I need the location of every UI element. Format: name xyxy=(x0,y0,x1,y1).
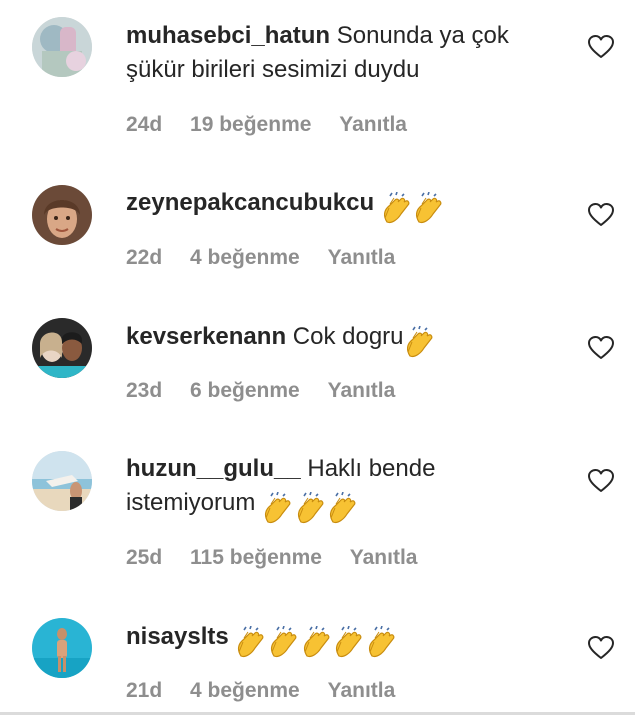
clapping-hands-emoji-group xyxy=(262,492,356,526)
comment-text: Cok dogru xyxy=(292,323,404,350)
comment-username[interactable]: kevserkenann xyxy=(126,323,286,350)
comment-like-count[interactable]: 115 beğenme xyxy=(190,546,322,570)
clapping-hands-emoji xyxy=(268,626,298,660)
clapping-hands-emoji xyxy=(381,192,411,226)
comment-meta: 21d 4 beğenme Yanıtla xyxy=(126,679,417,703)
comment-time[interactable]: 24d xyxy=(126,113,162,137)
comment-username[interactable]: nisayslts xyxy=(126,623,229,650)
comment-username[interactable]: huzun__gulu__ xyxy=(126,455,301,482)
like-heart-icon[interactable] xyxy=(588,336,614,360)
comment-meta: 25d 115 beğenme Yanıtla xyxy=(126,546,439,570)
comment-meta: 24d 19 beğenme Yanıtla xyxy=(126,113,429,137)
comment-like-count[interactable]: 4 beğenme xyxy=(190,679,300,703)
avatar[interactable] xyxy=(32,17,92,77)
clapping-hands-emoji xyxy=(413,192,443,226)
comment-like-count[interactable]: 4 beğenme xyxy=(190,246,300,270)
comment-body: nisayslts xyxy=(126,620,566,660)
clapping-hands-emoji xyxy=(327,492,357,526)
comment-body: zeynepakcancubukcu xyxy=(126,186,566,226)
clapping-hands-emoji xyxy=(262,492,292,526)
comment-time[interactable]: 25d xyxy=(126,546,162,570)
clapping-hands-emoji xyxy=(366,626,396,660)
reply-button[interactable]: Yanıtla xyxy=(339,113,407,137)
clapping-hands-emoji xyxy=(333,626,363,660)
clapping-hands-emoji-group xyxy=(381,192,443,226)
clapping-hands-emoji-group xyxy=(404,326,432,360)
comment-time[interactable]: 23d xyxy=(126,379,162,403)
comment-time[interactable]: 22d xyxy=(126,246,162,270)
clapping-hands-emoji xyxy=(404,326,434,360)
comment-like-count[interactable]: 19 beğenme xyxy=(190,113,311,137)
clapping-hands-emoji-group xyxy=(235,626,395,660)
clapping-hands-emoji xyxy=(235,626,265,660)
comment-body: kevserkenann Cok dogru xyxy=(126,320,566,360)
avatar[interactable] xyxy=(32,185,92,245)
comment-username[interactable]: zeynepakcancubukcu xyxy=(126,189,374,216)
reply-button[interactable]: Yanıtla xyxy=(328,679,396,703)
reply-button[interactable]: Yanıtla xyxy=(350,546,418,570)
avatar[interactable] xyxy=(32,618,92,678)
comment-body: muhasebci_hatun Sonunda ya çok şükür bir… xyxy=(126,19,566,87)
reply-button[interactable]: Yanıtla xyxy=(328,246,396,270)
comment-time[interactable]: 21d xyxy=(126,679,162,703)
reply-button[interactable]: Yanıtla xyxy=(328,379,396,403)
like-heart-icon[interactable] xyxy=(588,636,614,660)
comment-meta: 22d 4 beğenme Yanıtla xyxy=(126,246,417,270)
clapping-hands-emoji xyxy=(301,626,331,660)
clapping-hands-emoji xyxy=(295,492,325,526)
avatar[interactable] xyxy=(32,318,92,378)
comment-meta: 23d 6 beğenme Yanıtla xyxy=(126,379,417,403)
comment-like-count[interactable]: 6 beğenme xyxy=(190,379,300,403)
like-heart-icon[interactable] xyxy=(588,469,614,493)
comment-list: muhasebci_hatun Sonunda ya çok şükür bir… xyxy=(0,0,635,715)
avatar[interactable] xyxy=(32,451,92,511)
comment-body: huzun__gulu__ Haklı bende istemiyorum xyxy=(126,452,566,526)
like-heart-icon[interactable] xyxy=(588,203,614,227)
comment-username[interactable]: muhasebci_hatun xyxy=(126,22,330,49)
like-heart-icon[interactable] xyxy=(588,35,614,59)
